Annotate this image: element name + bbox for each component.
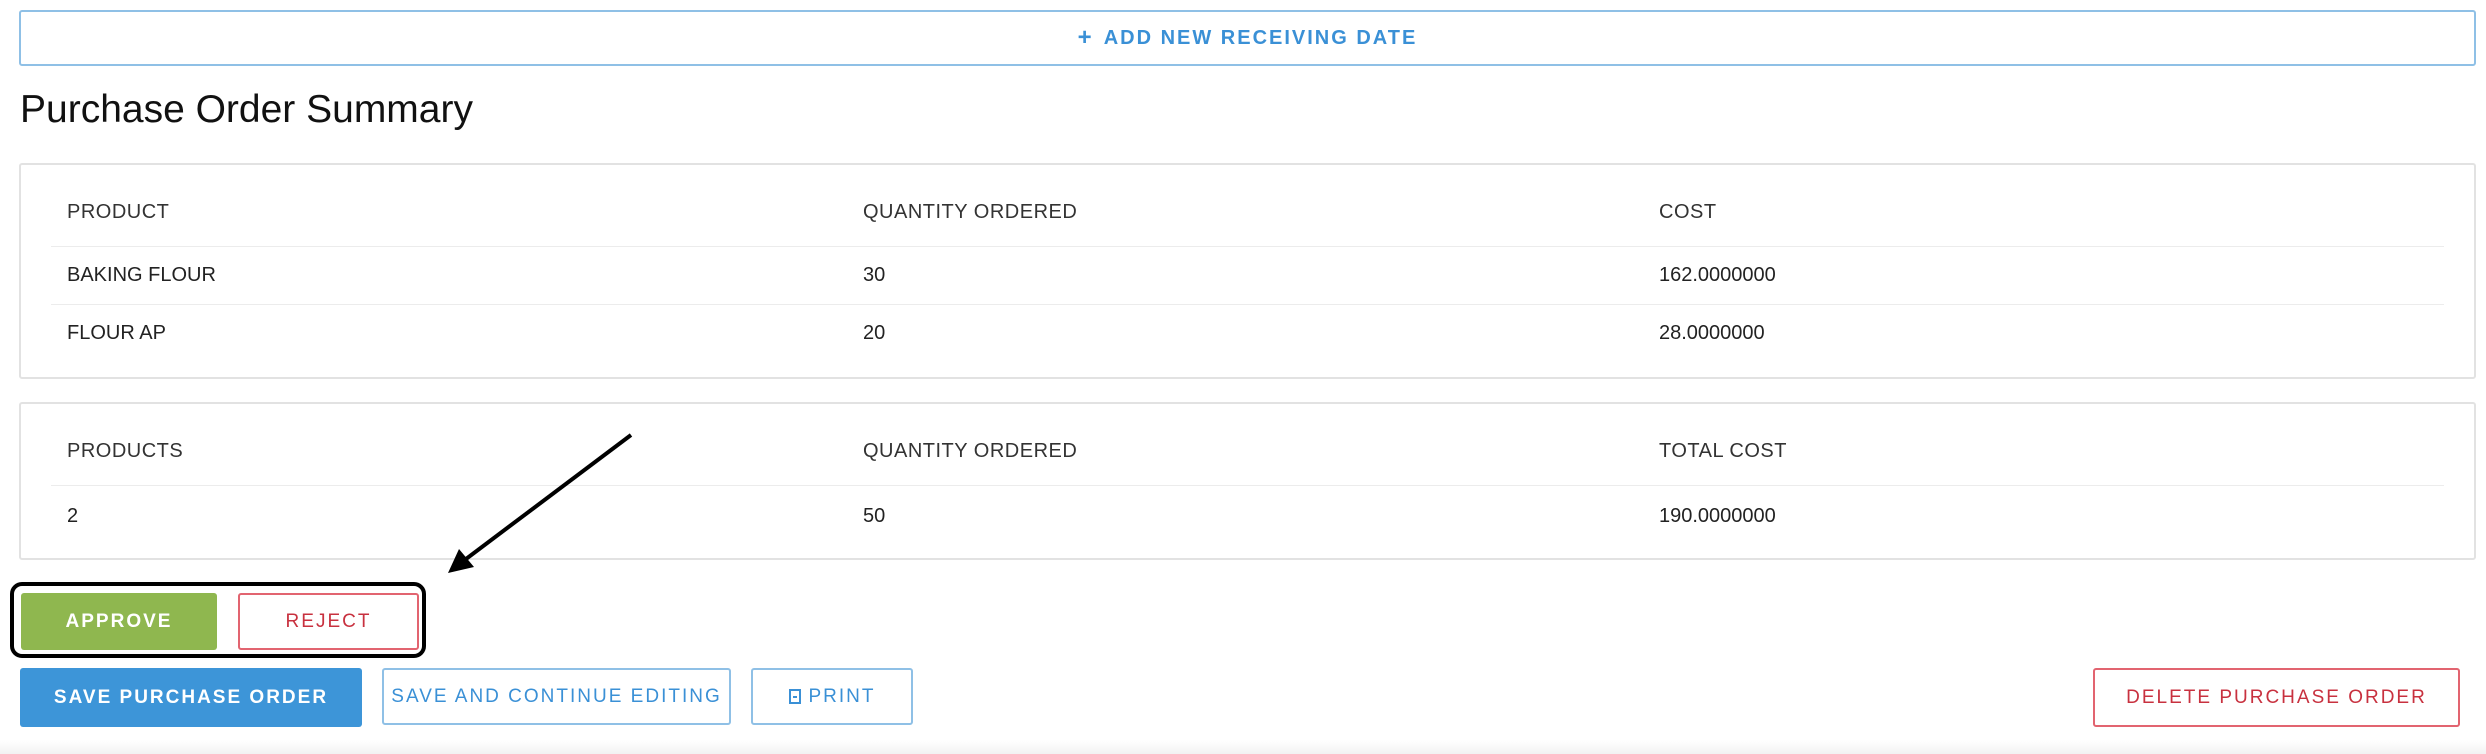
delete-purchase-order-button[interactable]: DELETE PURCHASE ORDER (2093, 668, 2460, 727)
add-new-receiving-date-button[interactable]: + ADD NEW RECEIVING DATE (19, 10, 2476, 66)
approve-button[interactable]: APPROVE (21, 593, 217, 650)
save-purchase-order-button[interactable]: SAVE PURCHASE ORDER (20, 668, 362, 727)
row-divider (51, 304, 2444, 305)
purchase-order-page: + ADD NEW RECEIVING DATE Purchase Order … (0, 0, 2486, 754)
add-new-receiving-date-label: ADD NEW RECEIVING DATE (1103, 26, 1418, 49)
total-cost: 190.0000000 (1659, 505, 1776, 527)
product-name: FLOUR AP (67, 322, 166, 344)
save-and-continue-editing-button[interactable]: SAVE AND CONTINUE EDITING (382, 668, 731, 725)
total-quantity-ordered: 50 (863, 505, 886, 527)
quantity-ordered: 20 (863, 322, 886, 344)
column-header-total-cost: TOTAL COST (1659, 440, 1787, 462)
column-header-product: PRODUCT (67, 201, 170, 223)
reject-button[interactable]: REJECT (238, 593, 419, 650)
row-divider (51, 246, 2444, 247)
quantity-ordered: 30 (863, 264, 886, 286)
document-icon (788, 689, 801, 704)
row-divider (51, 485, 2444, 486)
print-button[interactable]: PRINT (751, 668, 913, 725)
annotation-arrow (448, 433, 633, 573)
column-header-cost: COST (1659, 201, 1717, 223)
print-label: PRINT (808, 685, 876, 707)
plus-icon: + (1077, 24, 1094, 51)
items-table: PRODUCT QUANTITY ORDERED COST BAKING FLO… (19, 163, 2476, 379)
column-header-quantity-ordered: QUANTITY ORDERED (863, 201, 1078, 223)
column-header-quantity-ordered: QUANTITY ORDERED (863, 440, 1078, 462)
page-bottom-edge (0, 740, 2486, 754)
page-title: Purchase Order Summary (20, 88, 473, 131)
cost: 28.0000000 (1659, 322, 1765, 344)
products-count: 2 (67, 505, 79, 527)
product-name: BAKING FLOUR (67, 264, 216, 286)
totals-table: PRODUCTS QUANTITY ORDERED TOTAL COST 2 5… (19, 402, 2476, 560)
cost: 162.0000000 (1659, 264, 1776, 286)
column-header-products: PRODUCTS (67, 440, 184, 462)
